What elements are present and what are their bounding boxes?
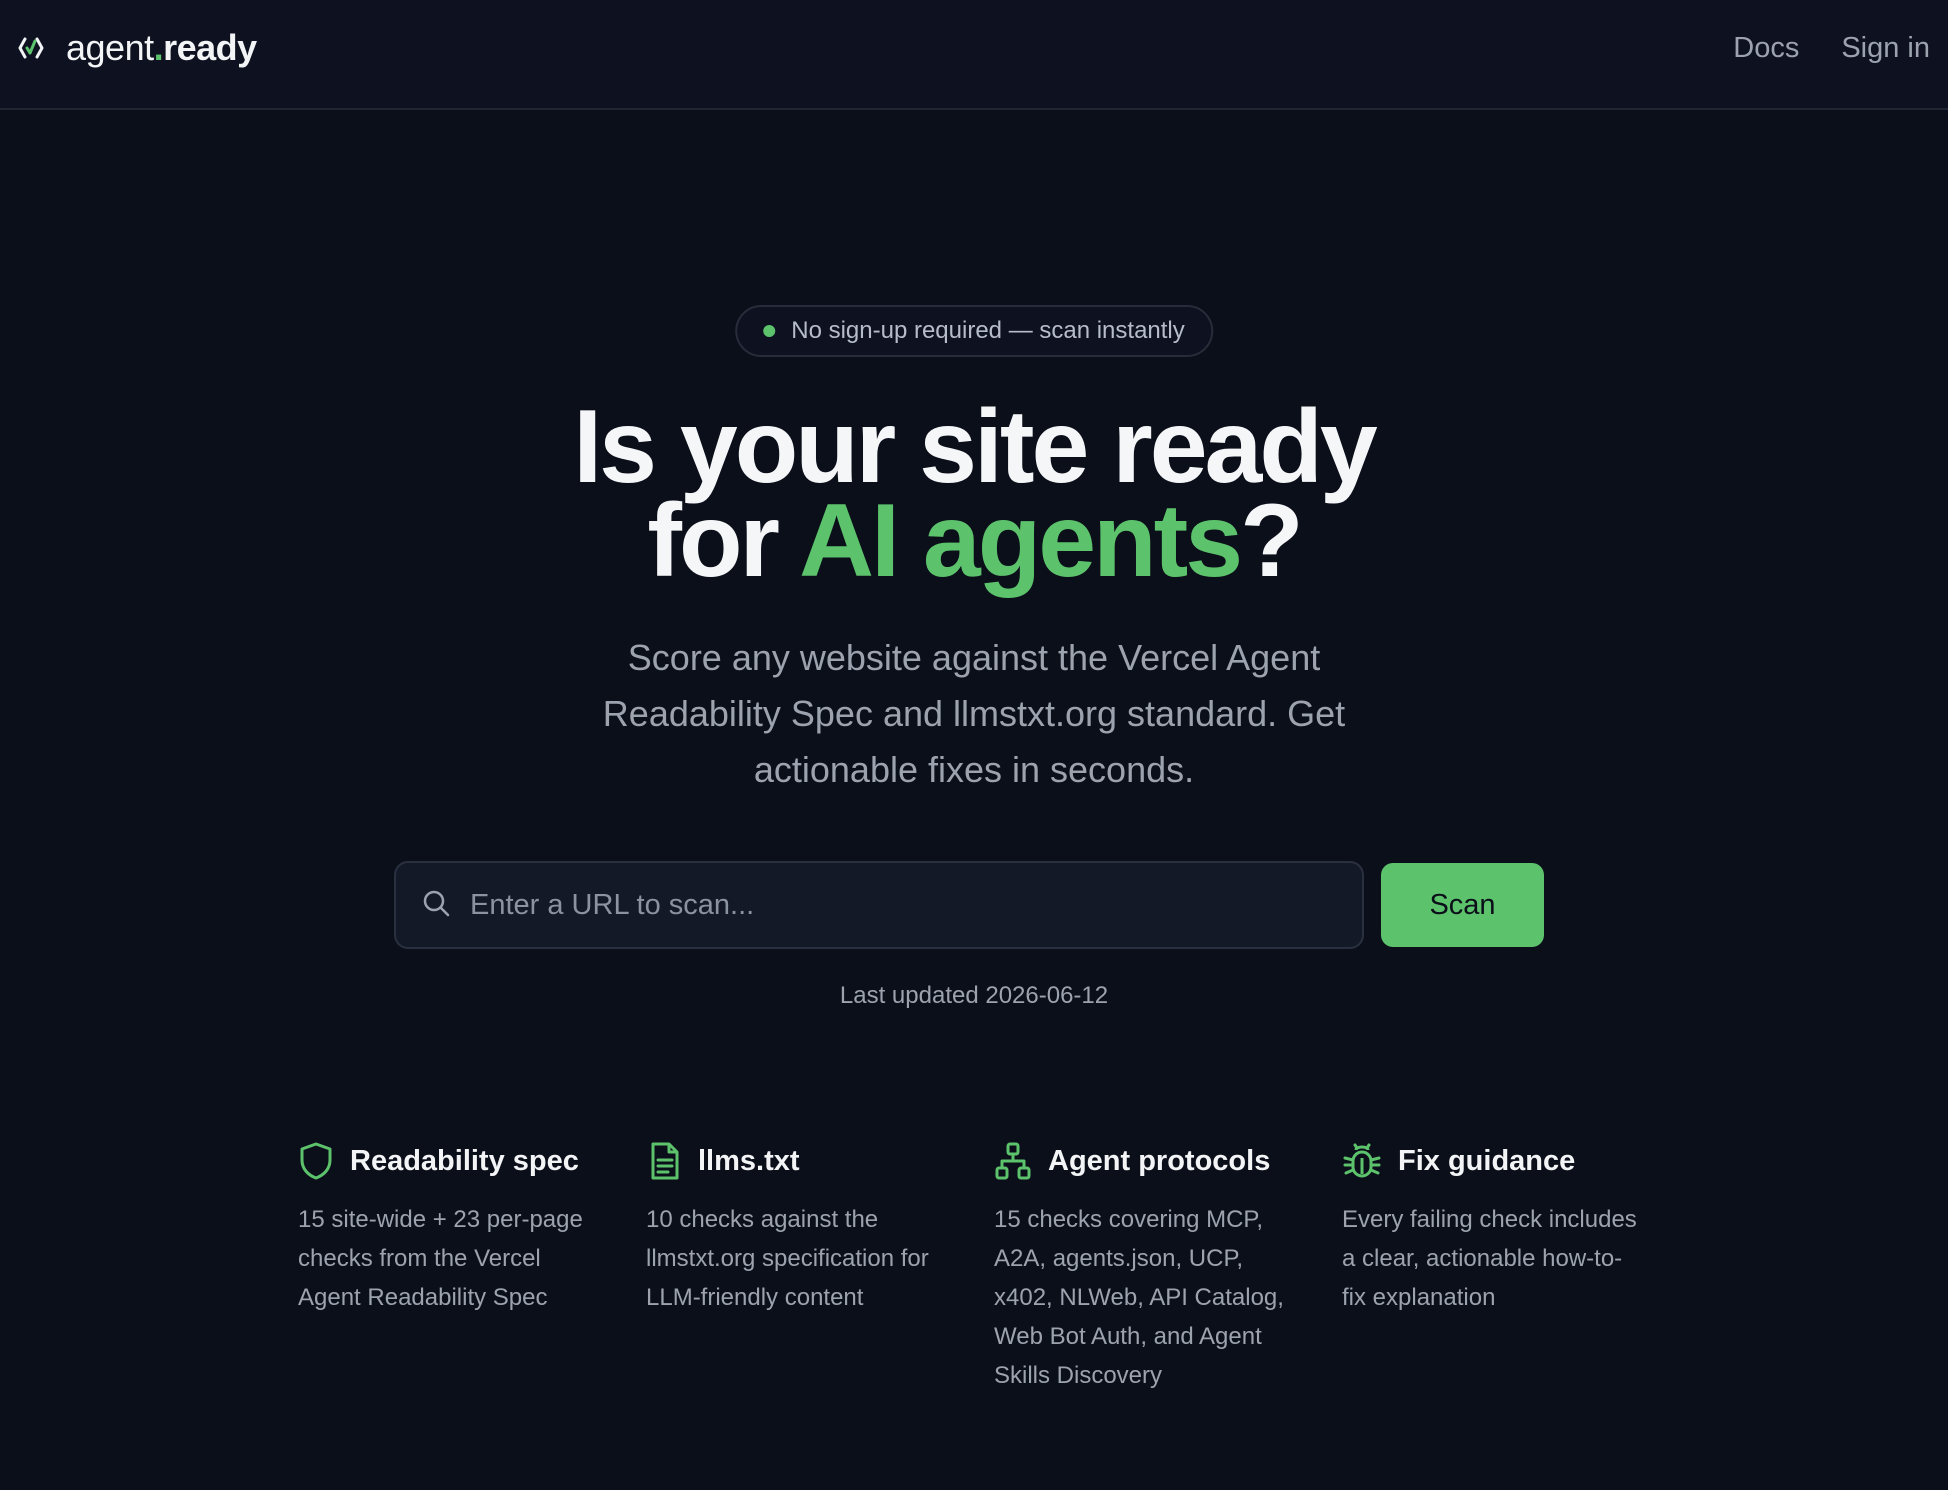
search-icon — [420, 887, 452, 924]
no-signup-badge: No sign-up required — scan instantly — [735, 305, 1213, 357]
feature-description: 15 site-wide + 23 per-page checks from t… — [298, 1206, 583, 1311]
last-updated-text: Last updated 2026-06-12 — [839, 982, 1109, 1009]
status-dot-icon — [763, 325, 776, 337]
nav-docs-link[interactable]: Docs — [1733, 32, 1799, 65]
scan-button[interactable]: Scan — [1381, 863, 1544, 947]
network-icon — [994, 1141, 1032, 1181]
features-section: Readability spec 15 site-wide + 23 per-p… — [298, 1140, 1690, 1395]
feature-description: Every failing check includes a clear, ac… — [1342, 1206, 1637, 1311]
feature-title: llms.txt — [698, 1144, 800, 1177]
badge-text: No sign-up required — scan instantly — [791, 317, 1185, 344]
feature-description: 10 checks against the llmstxt.org specif… — [646, 1206, 929, 1311]
feature-llms-txt: llms.txt 10 checks against the llmstxt.o… — [646, 1140, 994, 1395]
headline-end: ? — [1240, 483, 1304, 599]
feature-description: 15 checks covering MCP, A2A, agents.json… — [994, 1206, 1284, 1389]
shield-icon — [298, 1141, 334, 1181]
feature-readability-spec: Readability spec 15 site-wide + 23 per-p… — [298, 1140, 646, 1395]
feature-title: Readability spec — [350, 1144, 579, 1177]
logo-check-icon — [18, 36, 44, 60]
document-icon — [646, 1141, 682, 1181]
logo[interactable]: agent.ready — [18, 27, 257, 69]
nav-sign-in-link[interactable]: Sign in — [1841, 32, 1930, 65]
feature-header: llms.txt — [646, 1140, 994, 1182]
feature-header: Readability spec — [298, 1140, 646, 1182]
feature-fix-guidance: Fix guidance Every failing check include… — [1342, 1140, 1690, 1395]
bug-icon — [1342, 1141, 1382, 1181]
top-nav: Docs Sign in — [1733, 32, 1930, 65]
logo-dot: . — [153, 27, 164, 68]
url-input[interactable] — [470, 863, 1362, 947]
feature-header: Agent protocols — [994, 1140, 1342, 1182]
url-search-box — [394, 861, 1364, 949]
hero-subtitle: Score any website against the Vercel Age… — [602, 637, 1346, 790]
headline-for: for — [647, 483, 780, 599]
logo-suffix: ready — [163, 27, 257, 68]
feature-title: Fix guidance — [1398, 1144, 1576, 1177]
top-header: agent.ready Docs Sign in — [0, 0, 1948, 110]
hero-headline: Is your site ready for AI agents? — [0, 395, 1948, 593]
feature-title: Agent protocols — [1048, 1144, 1271, 1177]
headline-accent: AI agents — [799, 483, 1243, 599]
feature-header: Fix guidance — [1342, 1140, 1690, 1182]
feature-agent-protocols: Agent protocols 15 checks covering MCP, … — [994, 1140, 1342, 1395]
logo-name: agent — [66, 27, 154, 68]
logo-text: agent.ready — [66, 27, 257, 69]
